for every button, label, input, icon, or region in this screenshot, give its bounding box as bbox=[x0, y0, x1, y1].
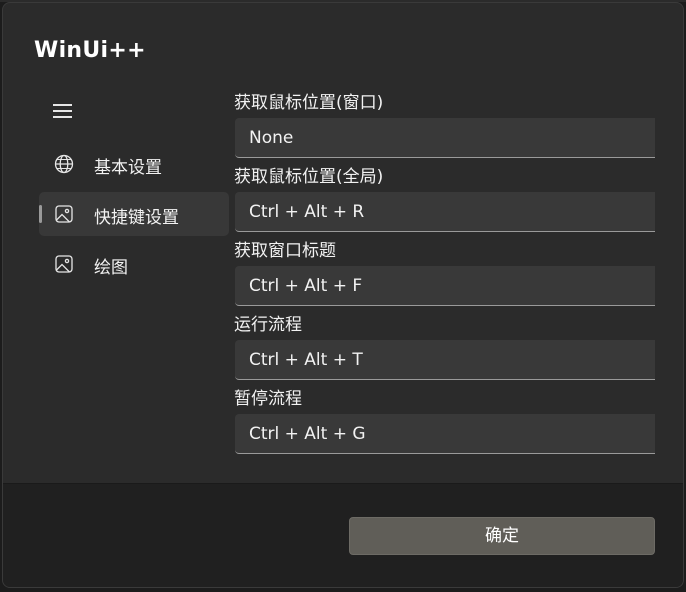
hamburger-menu-icon[interactable] bbox=[53, 103, 73, 119]
image-icon bbox=[54, 254, 74, 274]
nav-item-label: 基本设置 bbox=[94, 158, 162, 178]
nav-item-basic-settings[interactable]: 基本设置 bbox=[39, 142, 229, 186]
shortcut-settings-panel: 获取鼠标位置(窗口) None 获取鼠标位置(全局) Ctrl + Alt + … bbox=[234, 85, 655, 455]
field-label-mouse-position-window: 获取鼠标位置(窗口) bbox=[234, 93, 384, 113]
shortcut-input-pause-flow[interactable]: Ctrl + Alt + G bbox=[235, 414, 655, 454]
dialog-footer: 确定 bbox=[3, 483, 683, 587]
app-title: WinUi++ bbox=[34, 38, 146, 63]
nav-item-label: 快捷键设置 bbox=[94, 208, 179, 228]
ok-button[interactable]: 确定 bbox=[349, 517, 655, 555]
globe-icon bbox=[54, 154, 74, 174]
field-label-window-title: 获取窗口标题 bbox=[234, 241, 336, 261]
nav-item-drawing[interactable]: 绘图 bbox=[39, 242, 229, 286]
nav-item-shortcut-settings[interactable]: 快捷键设置 bbox=[39, 192, 229, 236]
shortcut-input-mouse-position-global[interactable]: Ctrl + Alt + R bbox=[235, 192, 655, 232]
settings-dialog: WinUi++ 基本设置 快捷键设置 绘图 获取鼠标位置(窗口) None 获取… bbox=[2, 2, 684, 588]
field-label-mouse-position-global: 获取鼠标位置(全局) bbox=[234, 167, 384, 187]
field-label-run-flow: 运行流程 bbox=[234, 315, 302, 335]
shortcut-input-run-flow[interactable]: Ctrl + Alt + T bbox=[235, 340, 655, 380]
image-icon bbox=[54, 204, 74, 224]
field-label-pause-flow: 暂停流程 bbox=[234, 389, 302, 409]
selection-indicator bbox=[39, 205, 42, 223]
shortcut-input-window-title[interactable]: Ctrl + Alt + F bbox=[235, 266, 655, 306]
nav-item-label: 绘图 bbox=[94, 258, 128, 278]
shortcut-input-mouse-position-window[interactable]: None bbox=[235, 118, 655, 158]
